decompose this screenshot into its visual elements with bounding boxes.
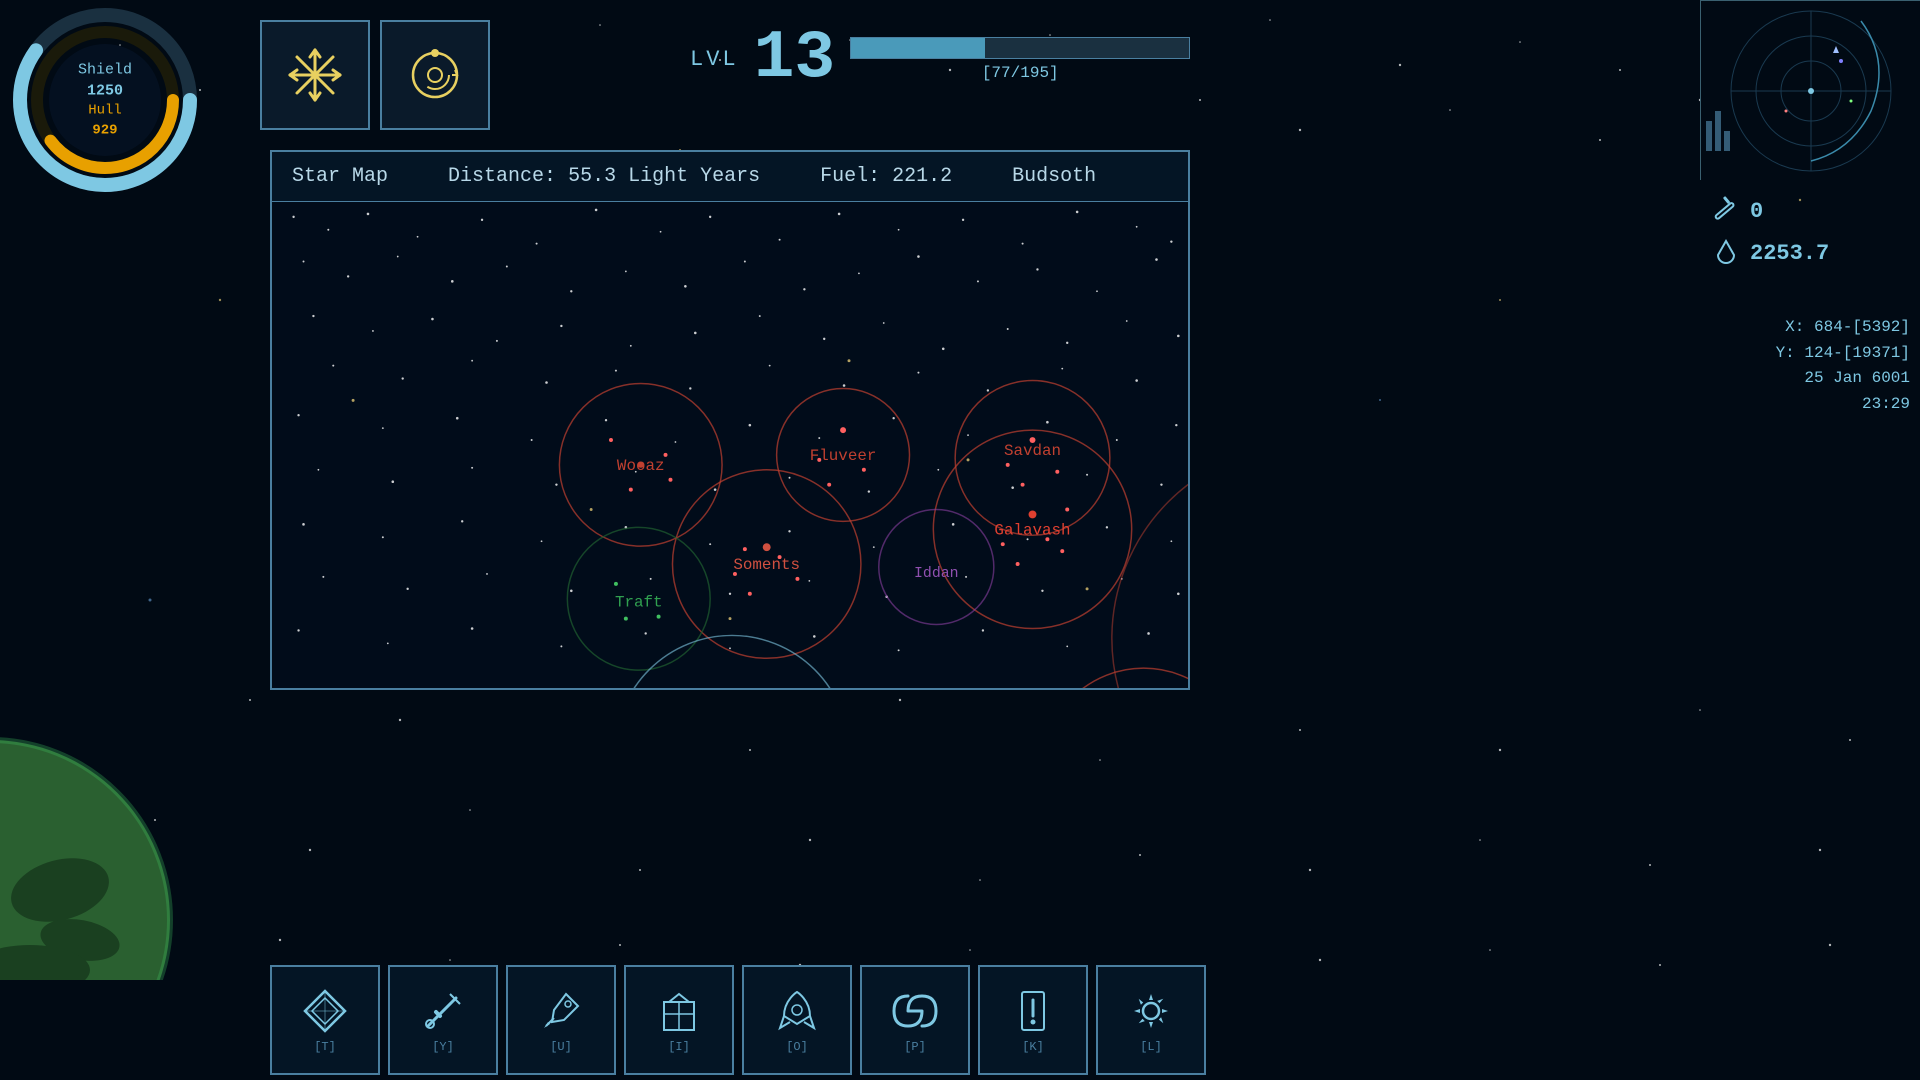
- fuel-amount: 2253.7: [1750, 241, 1829, 266]
- toolbar-btn-settings[interactable]: [L]: [1096, 965, 1206, 1075]
- hull-value: 929: [78, 121, 132, 141]
- rocket-icon: [772, 986, 822, 1036]
- key-hint-k: [K]: [1022, 1040, 1044, 1054]
- coord-y-label: Y:: [1776, 344, 1795, 362]
- mini-radar: [1700, 0, 1920, 180]
- fuel-stat: 2253.7: [1710, 237, 1910, 269]
- coord-y: Y: 124-[19371]: [1776, 341, 1910, 367]
- coord-x: X: 684-[5392]: [1776, 315, 1910, 341]
- sword-icon: [418, 986, 468, 1036]
- bottom-toolbar: [T] [Y] [U] [I]: [270, 965, 1206, 1075]
- right-panel: 0 2253.7: [1700, 185, 1920, 279]
- health-display: Shield 1250 Hull 929: [10, 5, 200, 195]
- svg-text:Iddan: Iddan: [914, 566, 959, 582]
- xp-bar-fill: [851, 38, 985, 58]
- star-map-title: Star Map: [292, 165, 388, 188]
- toolbar-btn-travel[interactable]: [O]: [742, 965, 852, 1075]
- weapon-icon: [1710, 195, 1742, 227]
- star-map-fuel: Fuel: 221.2: [820, 165, 952, 188]
- shield-value: 1250: [78, 80, 132, 101]
- xp-bar-background: [850, 37, 1190, 59]
- xp-bar-container: [77/195]: [850, 37, 1190, 82]
- coord-x-label: X:: [1785, 318, 1804, 336]
- game-time: 23:29: [1776, 392, 1910, 418]
- star-map-panel[interactable]: Star Map Distance: 55.3 Light Years Fuel…: [270, 150, 1190, 690]
- level-value: 13: [754, 25, 836, 93]
- cargo-icon: [654, 986, 704, 1036]
- shield-label: Shield: [78, 59, 132, 80]
- weapon-stat: 0: [1710, 195, 1910, 227]
- rocket-pen-icon: [536, 986, 586, 1036]
- key-hint-p: [P]: [904, 1040, 926, 1054]
- diamond-icon: [300, 986, 350, 1036]
- svg-text:Fluveer: Fluveer: [810, 447, 877, 465]
- level-bar: LVL 13 [77/195]: [690, 25, 1190, 93]
- coord-y-value: 124-[19371]: [1804, 344, 1910, 362]
- level-label: LVL: [690, 47, 739, 72]
- key-hint-u: [U]: [550, 1040, 572, 1054]
- gear-icon: [1126, 986, 1176, 1036]
- xp-text: [77/195]: [850, 64, 1190, 82]
- fuel-icon: [1710, 237, 1742, 269]
- weapon-count: 0: [1750, 199, 1763, 224]
- exclamation-icon: [1008, 986, 1058, 1036]
- ability-buttons: [260, 20, 490, 130]
- hull-label: Hull: [78, 101, 132, 121]
- toolbar-btn-relations[interactable]: [P]: [860, 965, 970, 1075]
- star-map-location: Budsoth: [1012, 165, 1096, 188]
- svg-text:Traft: Traft: [615, 594, 663, 612]
- toolbar-btn-missions[interactable]: [K]: [978, 965, 1088, 1075]
- toolbar-btn-cargo[interactable]: [I]: [624, 965, 734, 1075]
- key-hint-i: [I]: [668, 1040, 690, 1054]
- toolbar-btn-weapon[interactable]: [Y]: [388, 965, 498, 1075]
- star-map-distance: Distance: 55.3 Light Years: [448, 165, 760, 188]
- svg-text:Galavash: Galavash: [994, 521, 1070, 539]
- key-hint-l: [L]: [1140, 1040, 1162, 1054]
- svg-text:Soments: Soments: [733, 556, 800, 574]
- coord-x-value: 684-[5392]: [1814, 318, 1910, 336]
- ability-button-1[interactable]: [260, 20, 370, 130]
- toolbar-btn-skills[interactable]: [U]: [506, 965, 616, 1075]
- toolbar-btn-inventory[interactable]: [T]: [270, 965, 380, 1075]
- planet-display: [0, 720, 200, 980]
- link-icon: [890, 986, 940, 1036]
- coordinates-block: X: 684-[5392] Y: 124-[19371] 25 Jan 6001…: [1776, 315, 1910, 417]
- svg-text:Savdan: Savdan: [1004, 442, 1061, 460]
- game-date: 25 Jan 6001: [1776, 366, 1910, 392]
- key-hint-o: [O]: [786, 1040, 808, 1054]
- star-map-header: Star Map Distance: 55.3 Light Years Fuel…: [272, 152, 1188, 202]
- ability-button-2[interactable]: [380, 20, 490, 130]
- star-map-canvas[interactable]: Wooaz Fluveer Savdan Galavash: [272, 202, 1188, 688]
- key-hint-t: [T]: [314, 1040, 336, 1054]
- key-hint-y: [Y]: [432, 1040, 454, 1054]
